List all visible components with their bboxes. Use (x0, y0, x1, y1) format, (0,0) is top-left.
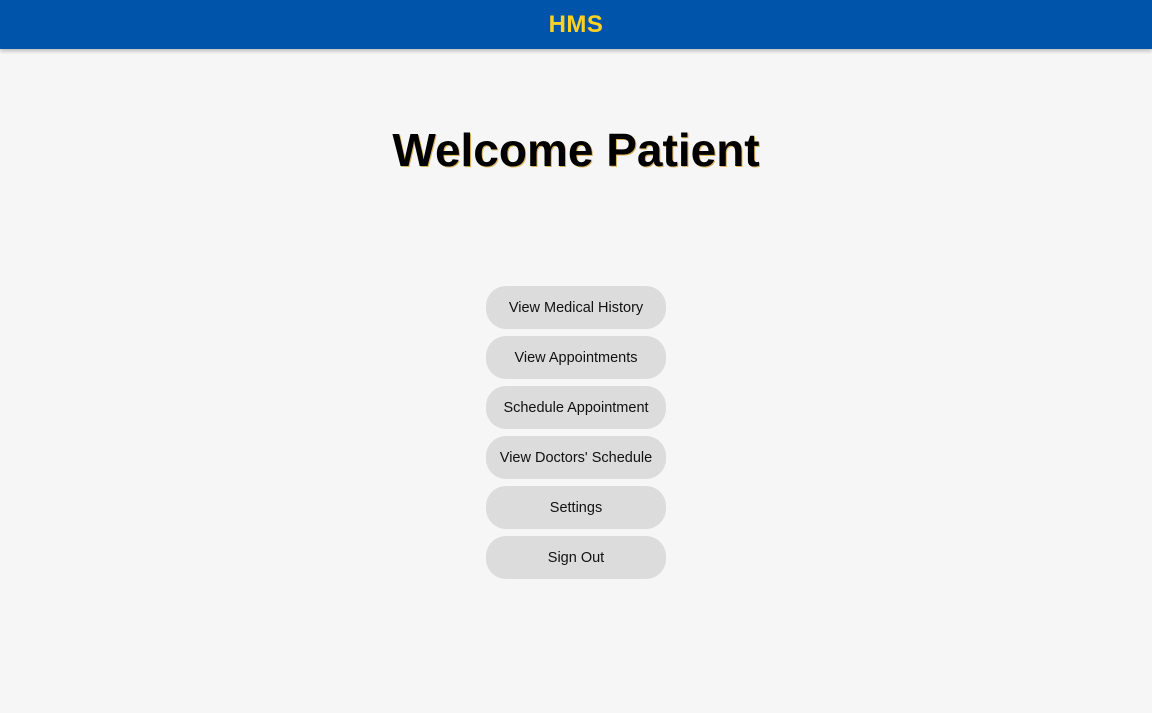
settings-button[interactable]: Settings (486, 486, 666, 529)
patient-menu: View Medical History View Appointments S… (486, 286, 666, 579)
view-medical-history-button[interactable]: View Medical History (486, 286, 666, 329)
patient-dashboard: HMS Welcome Patient View Medical History… (0, 0, 1152, 713)
schedule-appointment-button[interactable]: Schedule Appointment (486, 386, 666, 429)
view-appointments-button[interactable]: View Appointments (486, 336, 666, 379)
view-doctors-schedule-button[interactable]: View Doctors' Schedule (486, 436, 666, 479)
top-header-bar: HMS (0, 0, 1152, 49)
page-title: Welcome Patient (392, 124, 760, 176)
app-title: HMS (548, 11, 604, 38)
sign-out-button[interactable]: Sign Out (486, 536, 666, 579)
